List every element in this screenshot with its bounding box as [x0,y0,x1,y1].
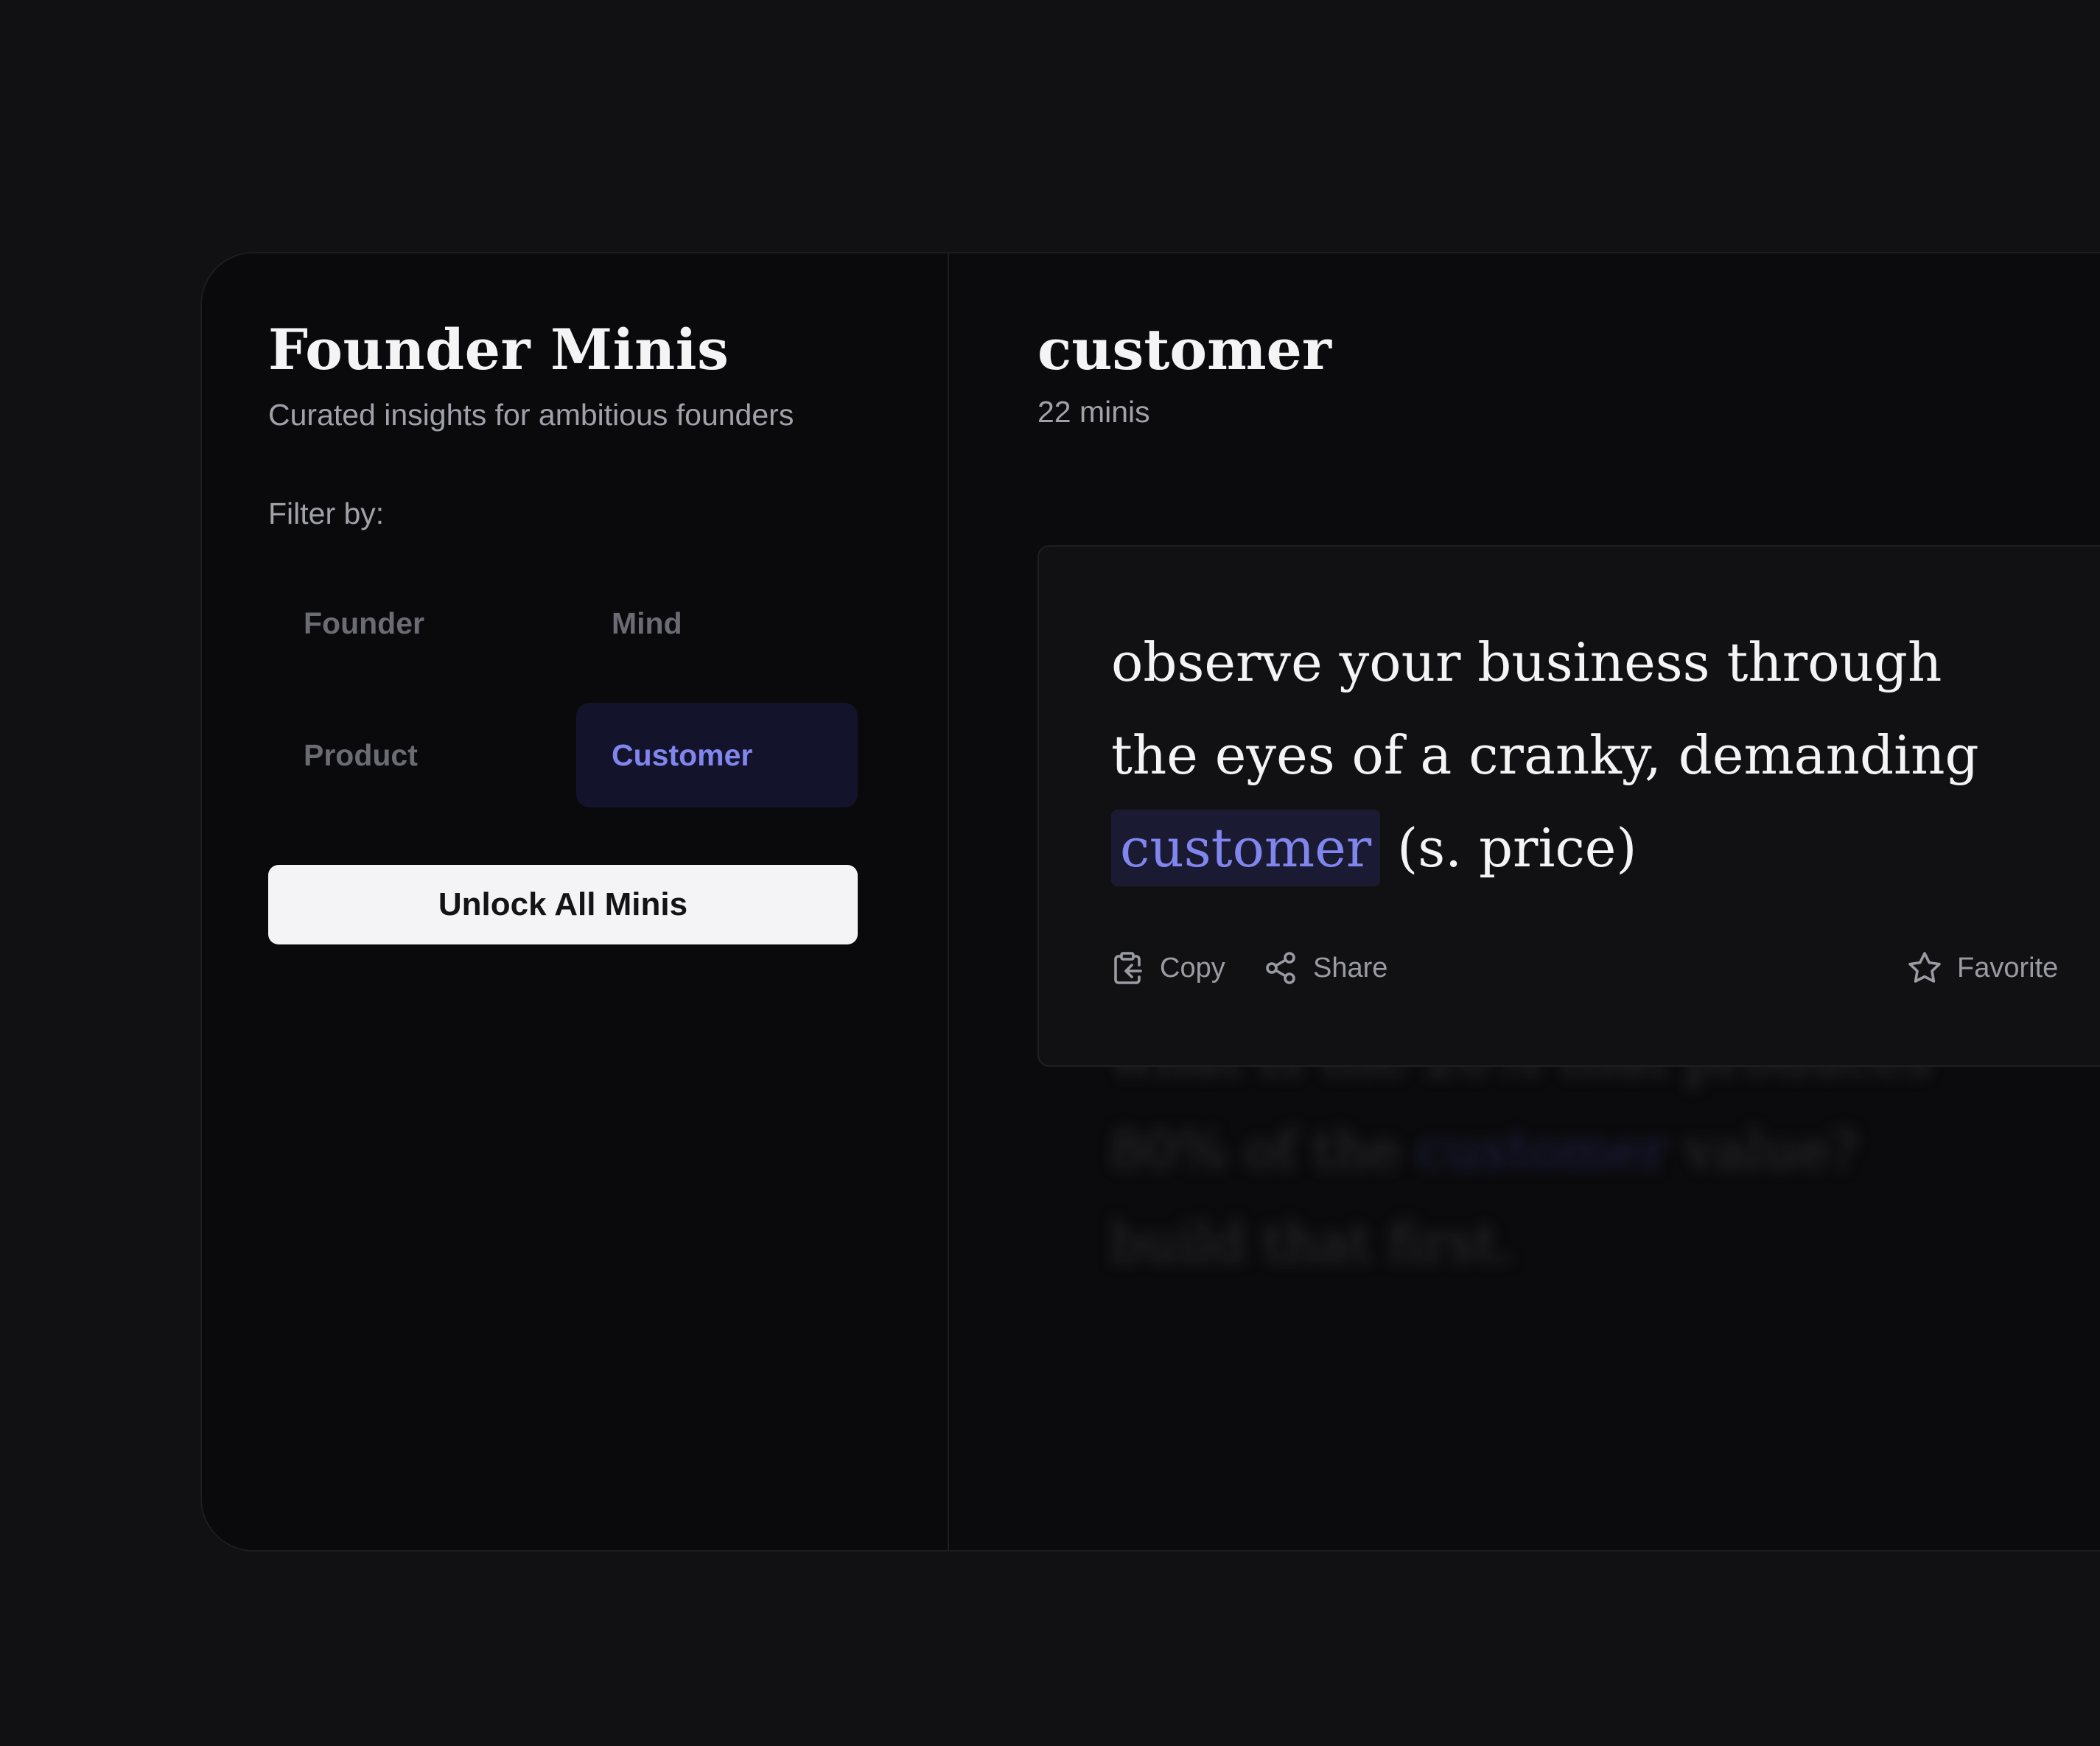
mini-quote: observe your business through the eyes o… [1111,616,1979,894]
quote-tail: (s. price) [1397,817,1637,879]
mini-count: 22 minis [1037,395,1150,429]
favorite-button[interactable]: Favorite [1907,946,2058,990]
copy-label: Copy [1160,952,1225,984]
category-title: customer [1037,317,1331,382]
sidebar: Founder Minis Curated insights for ambit… [202,253,949,1550]
copy-button[interactable]: Copy [1110,946,1225,990]
app-subtitle: Curated insights for ambitious founders [268,398,794,432]
share-label: Share [1313,952,1388,984]
share-icon [1266,952,1295,984]
app-title: Founder Minis [268,317,729,382]
filter-mind[interactable]: Mind [576,571,858,676]
keyword-highlight: customer [1111,810,1381,886]
favorite-label: Favorite [1957,952,2059,984]
clipboard-icon [1114,952,1142,984]
filter-label: Filter by: [268,497,385,530]
quote-line-2: the eyes of a cranky, demanding [1111,724,1979,786]
filter-customer[interactable]: Customer [576,703,858,807]
share-button[interactable]: Share [1263,946,1387,990]
unlock-all-button[interactable]: Unlock All Minis [268,865,858,944]
quote-line-1: observe your business through [1111,631,1942,693]
filter-founder[interactable]: Founder [268,571,550,676]
mini-card: observe your business through the eyes o… [1037,545,2100,1067]
main-panel: great products start with thecustomer ex… [949,253,2100,1550]
filter-product[interactable]: Product [268,703,550,807]
app-window: Founder Minis Curated insights for ambit… [200,252,2100,1552]
star-icon [1908,952,1941,983]
